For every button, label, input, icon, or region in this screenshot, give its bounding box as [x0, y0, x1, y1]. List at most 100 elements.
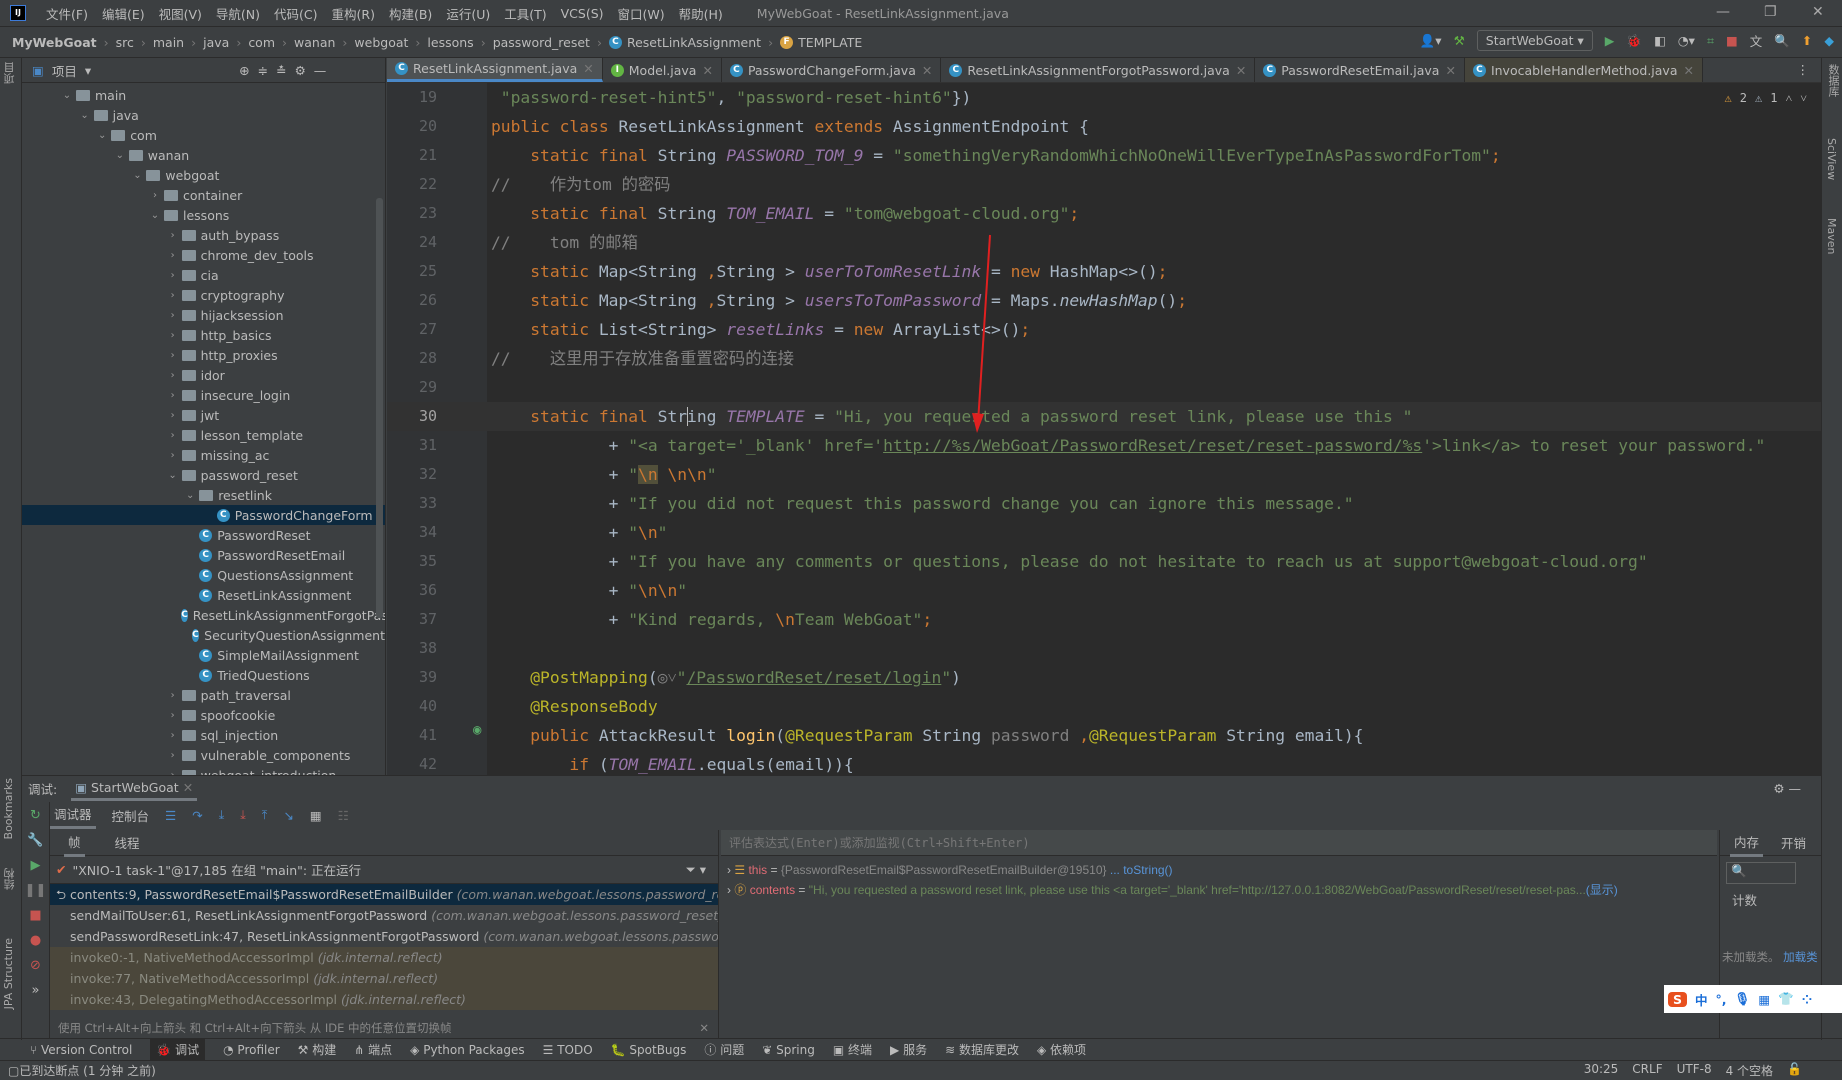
- breadcrumb-item[interactable]: java: [203, 35, 229, 50]
- tree-item[interactable]: › path_traversal: [22, 685, 385, 705]
- chevron-down-icon[interactable]: ⌄: [164, 470, 182, 481]
- menu-item[interactable]: 构建(B): [389, 4, 432, 23]
- profile-icon[interactable]: ◔▾: [1678, 33, 1695, 48]
- variable-this[interactable]: › ☰ this = {PasswordResetEmail$PasswordR…: [721, 860, 1717, 880]
- search-icon[interactable]: 🔍: [1774, 33, 1790, 49]
- sidebar-sciview[interactable]: SciView: [1825, 138, 1838, 180]
- debug-icon[interactable]: 🐞: [1626, 33, 1642, 49]
- close-session-icon[interactable]: ✕: [183, 780, 193, 795]
- chevron-down-icon[interactable]: ⌄: [58, 90, 76, 101]
- to-string-link[interactable]: ... toString(): [1110, 863, 1173, 877]
- maximize-icon[interactable]: ❐: [1764, 4, 1777, 20]
- tab-resetlinkassignment[interactable]: C ResetLinkAssignment.java ✕: [387, 58, 603, 82]
- breadcrumb-item[interactable]: password_reset: [493, 35, 590, 50]
- close-tab-icon[interactable]: ✕: [922, 63, 932, 78]
- chevron-right-icon[interactable]: ›: [164, 250, 182, 261]
- menu-item[interactable]: VCS(S): [561, 6, 604, 21]
- evaluate-icon[interactable]: ▦: [310, 808, 322, 823]
- tree-item[interactable]: ⌄ lessons: [22, 205, 385, 225]
- tool-window-10[interactable]: ▣ 终端: [833, 1041, 872, 1058]
- chevron-right-icon[interactable]: ›: [164, 690, 182, 701]
- settings-wrench-icon[interactable]: 🔧: [27, 833, 43, 848]
- resume-icon[interactable]: ▶: [31, 858, 41, 873]
- tab-overhead[interactable]: 开销: [1781, 833, 1806, 852]
- stack-frame[interactable]: sendPasswordResetLink:47, ResetLinkAssig…: [50, 926, 718, 947]
- tree-item[interactable]: › webgoat_introduction: [22, 765, 385, 775]
- chevron-right-icon[interactable]: ›: [164, 710, 182, 721]
- tree-item[interactable]: › http_proxies: [22, 345, 385, 365]
- chevron-down-icon[interactable]: ⌄: [181, 490, 199, 501]
- close-icon[interactable]: ✕: [1812, 4, 1824, 20]
- run-config-select[interactable]: StartWebGoat ▾: [1476, 30, 1593, 51]
- tree-item[interactable]: ⌄ resetlink: [22, 485, 385, 505]
- debug-session-tab[interactable]: ▣ StartWebGoat ✕: [71, 777, 198, 801]
- sidebar-database[interactable]: 数据库: [1825, 64, 1841, 97]
- tree-item[interactable]: › cryptography: [22, 285, 385, 305]
- step-out-icon[interactable]: ⤒: [262, 807, 268, 823]
- count-column-header[interactable]: 计数: [1720, 890, 1821, 909]
- build-hammer-icon[interactable]: ⚒: [1454, 33, 1465, 48]
- chevron-right-icon[interactable]: ›: [164, 350, 182, 361]
- breadcrumb-item[interactable]: webgoat: [354, 35, 408, 50]
- breadcrumb-item[interactable]: TEMPLATE: [798, 35, 862, 50]
- tree-item[interactable]: C PasswordChangeForm: [22, 505, 385, 525]
- tool-window-5[interactable]: ◈ Python Packages: [410, 1043, 524, 1057]
- stack-frame[interactable]: invoke:77, NativeMethodAccessorImpl (jdk…: [50, 968, 718, 989]
- menu-item[interactable]: 重构(R): [332, 4, 375, 23]
- tool-window-11[interactable]: ▶ 服务: [890, 1041, 927, 1058]
- tool-window-3[interactable]: ⚒ 构建: [298, 1041, 337, 1058]
- tab-memory[interactable]: 内存: [1730, 829, 1764, 857]
- chevron-down-icon[interactable]: ⌄: [128, 170, 146, 181]
- locate-icon[interactable]: ⊕: [239, 63, 249, 78]
- lock-icon[interactable]: 🔓: [1787, 1062, 1802, 1079]
- variable-contents[interactable]: › ⓟ contents = "Hi, you requested a pass…: [721, 880, 1717, 900]
- tool-window-6[interactable]: ☰ TODO: [543, 1043, 593, 1057]
- sidebar-project[interactable]: 项目: [2, 62, 18, 84]
- more-tabs-icon[interactable]: ⋮: [1785, 58, 1822, 82]
- chevron-right-icon[interactable]: ›: [164, 410, 182, 421]
- chevron-right-icon[interactable]: ›: [164, 430, 182, 441]
- breadcrumb-item[interactable]: com: [248, 35, 275, 50]
- tool-window-4[interactable]: ⋔ 端点: [354, 1041, 392, 1058]
- load-classes-link[interactable]: 加载类: [1783, 950, 1818, 964]
- show-link[interactable]: (显示): [1586, 883, 1618, 897]
- vcs-user-icon[interactable]: 👤▾: [1420, 33, 1442, 49]
- tree-item[interactable]: C TriedQuestions: [22, 665, 385, 685]
- tree-item[interactable]: C SecurityQuestionAssignment: [22, 625, 385, 645]
- tree-item[interactable]: C SimpleMailAssignment: [22, 645, 385, 665]
- sidebar-structure[interactable]: 结构: [2, 868, 18, 890]
- tree-item[interactable]: ⌄ com: [22, 125, 385, 145]
- ime-mode[interactable]: 中: [1695, 990, 1708, 1009]
- chevron-right-icon[interactable]: ›: [164, 270, 182, 281]
- tree-item[interactable]: C PasswordResetEmail: [22, 545, 385, 565]
- rerun-icon[interactable]: ↻: [30, 808, 41, 823]
- translate-icon[interactable]: 文: [1750, 31, 1763, 50]
- attach-debugger-icon[interactable]: ⌗: [1707, 33, 1714, 49]
- sidebar-bookmarks[interactable]: Bookmarks: [2, 778, 15, 839]
- tree-item[interactable]: ⌄ wanan: [22, 145, 385, 165]
- force-step-into-icon[interactable]: ⤓: [240, 807, 246, 823]
- close-tab-icon[interactable]: ✕: [1684, 63, 1694, 78]
- expand-all-icon[interactable]: ≑: [258, 63, 268, 78]
- expand-icon[interactable]: ›: [727, 883, 731, 897]
- file-encoding[interactable]: UTF-8: [1677, 1062, 1712, 1079]
- chevron-down-icon[interactable]: ⌄: [146, 210, 164, 221]
- memory-search-input[interactable]: 🔍: [1726, 862, 1796, 884]
- tab-debugger[interactable]: 调试器: [50, 801, 96, 829]
- tree-item[interactable]: › insecure_login: [22, 385, 385, 405]
- tree-item[interactable]: › chrome_dev_tools: [22, 245, 385, 265]
- menu-item[interactable]: 代码(C): [274, 4, 317, 23]
- chevron-right-icon[interactable]: ›: [164, 370, 182, 381]
- menu-item[interactable]: 编辑(E): [102, 4, 145, 23]
- collapse-all-icon[interactable]: ≛: [276, 63, 286, 78]
- debug-settings-icon[interactable]: ⚙ —: [1773, 781, 1801, 796]
- project-title[interactable]: 项目: [52, 61, 77, 80]
- tab-resetlinkassignmentforgotpassword[interactable]: C ResetLinkAssignmentForgotPassword.java ✕: [941, 58, 1256, 82]
- close-hint-icon[interactable]: ✕: [699, 1017, 709, 1039]
- menu-item[interactable]: 运行(U): [446, 4, 490, 23]
- menu-item[interactable]: 导航(N): [216, 4, 260, 23]
- ime-toolbar[interactable]: S 中 °, 🎙 ▦ 👕 ⁘: [1664, 985, 1842, 1013]
- tool-window-8[interactable]: ⓘ 问题: [704, 1041, 744, 1058]
- stop-icon[interactable]: ■: [1726, 33, 1738, 48]
- tab-passwordresetemail[interactable]: C PasswordResetEmail.java ✕: [1255, 58, 1465, 82]
